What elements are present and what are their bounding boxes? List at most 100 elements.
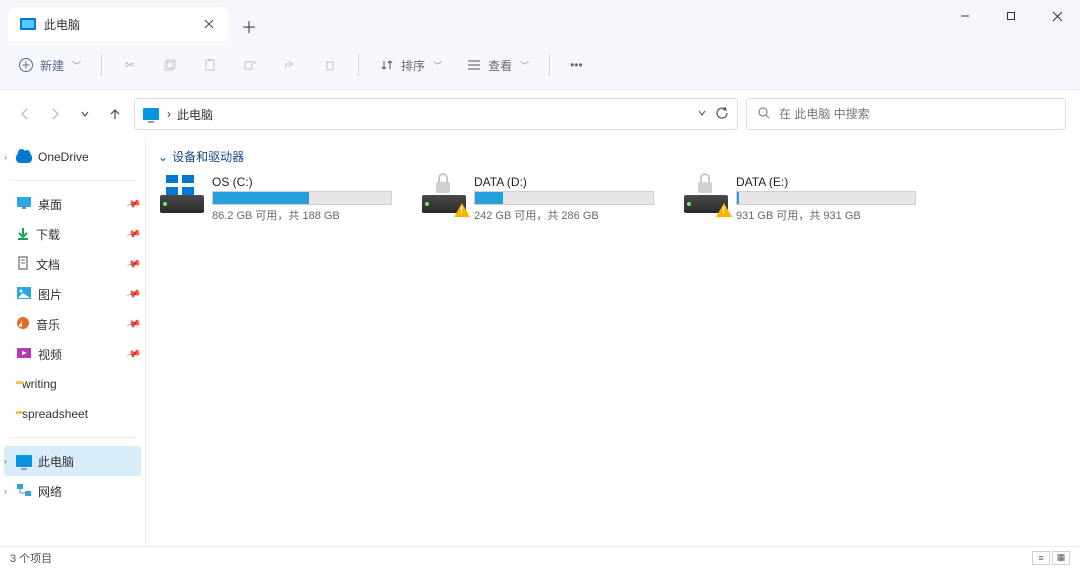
sidebar-item-quick[interactable]: 桌面 📌 xyxy=(0,189,145,219)
sidebar-item-quick[interactable]: writing xyxy=(0,369,145,399)
separator xyxy=(549,54,550,76)
refresh-button[interactable] xyxy=(715,106,729,123)
view-mode-toggle: ≡ ▦ xyxy=(1032,551,1070,565)
view-details-button[interactable]: ≡ xyxy=(1032,551,1050,565)
sidebar-item-this-pc[interactable]: › 此电脑 xyxy=(4,446,141,476)
recent-dropdown[interactable] xyxy=(74,99,96,129)
ellipsis-icon: ••• xyxy=(570,58,583,72)
monitor-icon xyxy=(143,108,159,120)
more-button[interactable]: ••• xyxy=(560,48,593,82)
monitor-icon xyxy=(16,455,32,467)
sort-button[interactable]: 排序 ﹀ xyxy=(369,48,452,82)
drive-icon xyxy=(684,175,728,213)
item-count: 3 个项目 xyxy=(10,550,52,566)
sort-label: 排序 xyxy=(401,57,425,74)
sidebar-label: 桌面 xyxy=(38,196,62,213)
paste-button[interactable] xyxy=(192,48,228,82)
view-icon xyxy=(466,57,482,73)
sidebar-item-quick[interactable]: spreadsheet xyxy=(0,399,145,429)
chevron-right-icon[interactable]: › xyxy=(4,152,7,162)
desktop-icon xyxy=(16,196,32,213)
copy-button[interactable] xyxy=(152,48,188,82)
sidebar-item-quick[interactable]: 音乐 📌 xyxy=(0,309,145,339)
new-button[interactable]: 新建 ﹀ xyxy=(8,48,91,82)
tab-this-pc[interactable]: 此电脑 xyxy=(8,7,228,41)
tab-title: 此电脑 xyxy=(44,16,194,33)
separator xyxy=(101,54,102,76)
cut-button[interactable]: ✂ xyxy=(112,48,148,82)
capacity-bar xyxy=(736,191,916,205)
clipboard-icon xyxy=(202,57,218,73)
sidebar-label: 文档 xyxy=(36,256,60,273)
view-button[interactable]: 查看 ﹀ xyxy=(456,48,539,82)
minimize-button[interactable] xyxy=(942,0,988,32)
drive-item[interactable]: OS (C:)86.2 GB 可用，共 188 GB xyxy=(158,173,402,225)
breadcrumb-dropdown[interactable] xyxy=(697,108,707,121)
pin-icon: 📌 xyxy=(125,316,141,332)
rename-button[interactable] xyxy=(232,48,268,82)
new-button-label: 新建 xyxy=(40,57,64,74)
sidebar-label: 网络 xyxy=(38,483,62,500)
breadcrumb-item[interactable]: 此电脑 xyxy=(177,106,213,123)
drives-list: OS (C:)86.2 GB 可用，共 188 GB DATA (D:)242 G… xyxy=(158,173,1068,225)
sidebar-item-quick[interactable]: 视频📌 xyxy=(0,339,145,369)
drive-capacity-text: 86.2 GB 可用，共 188 GB xyxy=(212,207,400,223)
chevron-down-icon: ﹀ xyxy=(72,59,81,72)
drive-name: DATA (E:) xyxy=(736,175,924,189)
sidebar-label: 音乐 xyxy=(36,316,60,333)
share-button[interactable] xyxy=(272,48,308,82)
chevron-down-icon: ﹀ xyxy=(433,59,442,72)
trash-icon xyxy=(322,57,338,73)
pin-icon: 📌 xyxy=(125,196,141,212)
sidebar-item-quick[interactable]: 文档📌 xyxy=(0,249,145,279)
breadcrumb[interactable]: › 此电脑 xyxy=(167,106,689,123)
drive-item[interactable]: DATA (D:)242 GB 可用，共 286 GB xyxy=(420,173,664,225)
breadcrumb-separator: › xyxy=(167,107,171,121)
sort-icon xyxy=(379,57,395,73)
view-tiles-button[interactable]: ▦ xyxy=(1052,551,1070,565)
pin-icon: 📌 xyxy=(125,226,141,242)
main: › OneDrive 桌面📌下载📌文档📌图片📌音乐📌视频📌writingspre… xyxy=(0,138,1080,546)
drive-capacity-text: 931 GB 可用，共 931 GB xyxy=(736,207,924,223)
sidebar-item-quick[interactable]: 下载📌 xyxy=(0,219,145,249)
drive-item[interactable]: DATA (E:) 931 GB 可用，共 931 GB xyxy=(682,173,926,225)
separator xyxy=(10,437,135,438)
group-header-label: 设备和驱动器 xyxy=(172,148,244,165)
window-controls xyxy=(942,0,1080,32)
sidebar-item-network[interactable]: › 网络 xyxy=(0,476,145,506)
toolbar: 新建 ﹀ ✂ 排序 ﹀ 查看 ﹀ ••• xyxy=(0,41,1080,90)
close-button[interactable] xyxy=(1034,0,1080,32)
new-tab-button[interactable]: ＋ xyxy=(234,11,264,41)
scissors-icon: ✂ xyxy=(122,57,138,73)
group-header-devices[interactable]: ⌄ 设备和驱动器 xyxy=(158,148,1068,165)
chevron-right-icon[interactable]: › xyxy=(4,456,7,466)
music-icon xyxy=(16,316,30,333)
address-bar[interactable]: › 此电脑 xyxy=(134,98,738,130)
chevron-right-icon[interactable]: › xyxy=(4,486,7,496)
sidebar: › OneDrive 桌面📌下载📌文档📌图片📌音乐📌视频📌writingspre… xyxy=(0,138,146,546)
forward-button[interactable] xyxy=(44,99,66,129)
content-pane: ⌄ 设备和驱动器 OS (C:)86.2 GB 可用，共 188 GB DATA … xyxy=(146,138,1080,546)
back-button[interactable] xyxy=(14,99,36,129)
drive-capacity-text: 242 GB 可用，共 286 GB xyxy=(474,207,662,223)
separator xyxy=(10,180,135,181)
search-icon xyxy=(757,106,771,123)
sidebar-item-onedrive[interactable]: › OneDrive xyxy=(0,142,145,172)
rename-icon xyxy=(242,57,258,73)
delete-button[interactable] xyxy=(312,48,348,82)
search-input[interactable] xyxy=(779,107,1055,121)
chevron-down-icon: ⌄ xyxy=(158,150,168,164)
tab-close-button[interactable] xyxy=(202,17,216,31)
sidebar-item-quick[interactable]: 图片📌 xyxy=(0,279,145,309)
search-bar[interactable] xyxy=(746,98,1066,130)
monitor-icon xyxy=(20,18,36,30)
share-icon xyxy=(282,57,298,73)
drive-icon xyxy=(160,175,204,213)
capacity-bar xyxy=(474,191,654,205)
up-button[interactable] xyxy=(104,99,126,129)
cloud-icon xyxy=(16,152,32,163)
sidebar-label: writing xyxy=(22,377,57,391)
sidebar-label: spreadsheet xyxy=(22,407,88,421)
maximize-button[interactable] xyxy=(988,0,1034,32)
separator xyxy=(358,54,359,76)
